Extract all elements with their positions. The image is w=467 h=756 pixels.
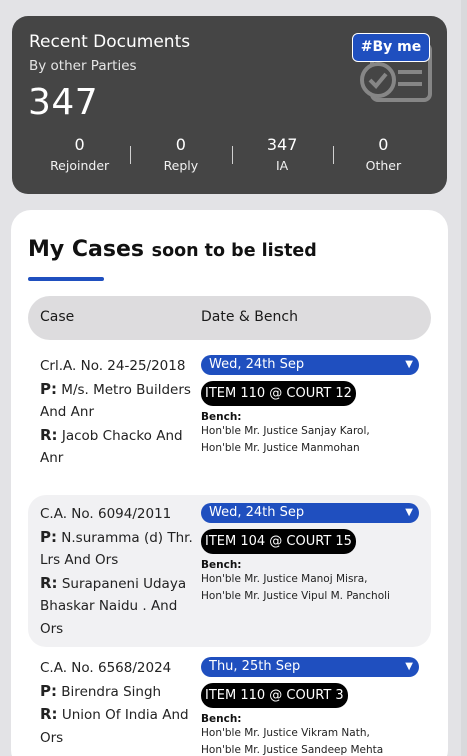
stat-label: Other	[365, 158, 402, 173]
respondent-label: R:	[40, 425, 58, 444]
respondent-label: R:	[40, 573, 58, 592]
petitioner-label: P:	[40, 681, 57, 700]
column-header-date-bench: Date & Bench	[201, 309, 298, 325]
by-me-button[interactable]: #By me	[352, 33, 430, 62]
hearing-date-select[interactable]: Thu, 25th Sep ▼	[201, 657, 419, 677]
bench-judge: Hon'ble Mr. Justice Vikram Nath,	[201, 727, 370, 739]
bench-label: Bench:	[201, 411, 242, 423]
date-bench: Wed, 24th Sep ▼ ITEM 110 @ COURT 12 Benc…	[201, 355, 419, 457]
petitioner-name: Birendra Singh	[61, 683, 162, 700]
my-cases-subtitle: soon to be listed	[151, 241, 317, 261]
stat-value: 347	[266, 135, 298, 154]
chevron-down-icon: ▼	[405, 661, 413, 672]
stat-reply[interactable]: 0 Reply	[130, 136, 231, 176]
case-number: C.A. No. 6568/2024	[40, 660, 172, 676]
case-number: Crl.A. No. 24-25/2018	[40, 358, 186, 374]
bench-judge: Hon'ble Mr. Justice Sandeep Mehta	[201, 744, 384, 756]
respondent-name: Surapaneni Udaya Bhaskar Naidu . And Ors	[40, 575, 187, 637]
my-cases-title: My Cases	[28, 237, 144, 262]
petitioner-label: P:	[40, 527, 57, 546]
hearing-date: Wed, 24th Sep	[209, 505, 305, 520]
date-bench: Wed, 24th Sep ▼ ITEM 104 @ COURT 15 Benc…	[201, 503, 419, 605]
stat-label: IA	[276, 158, 289, 173]
my-cases-card: My Cases soon to be listed Case Date & B…	[11, 210, 448, 756]
case-info: Crl.A. No. 24-25/2018 P: M/s. Metro Buil…	[40, 355, 196, 470]
case-row[interactable]: C.A. No. 6568/2024 P: Birendra Singh R: …	[28, 649, 431, 756]
petitioner-name: M/s. Metro Builders And Anr	[40, 381, 191, 421]
recent-documents-subtitle: By other Parties	[29, 58, 137, 74]
respondent-line: R: Jacob Chacko And Anr	[40, 424, 196, 470]
bench-judge: Hon'ble Mr. Justice Manoj Misra,	[201, 573, 368, 585]
hearing-date: Wed, 24th Sep	[209, 357, 305, 372]
bench-judge: Hon'ble Mr. Justice Sanjay Karol,	[201, 425, 370, 437]
stat-label: Reply	[163, 158, 199, 173]
case-row[interactable]: C.A. No. 6094/2011 P: N.suramma (d) Thr.…	[28, 495, 431, 647]
case-info: C.A. No. 6094/2011 P: N.suramma (d) Thr.…	[40, 503, 196, 640]
stat-value: 0	[378, 135, 389, 154]
scrollbar-track[interactable]	[461, 0, 467, 756]
respondent-name: Jacob Chacko And Anr	[40, 427, 183, 467]
item-court-badge: ITEM 110 @ COURT 12	[201, 381, 356, 406]
case-number: C.A. No. 6094/2011	[40, 506, 172, 522]
bench-label: Bench:	[201, 559, 242, 571]
petitioner-label: P:	[40, 379, 57, 398]
case-row[interactable]: Crl.A. No. 24-25/2018 P: M/s. Metro Buil…	[28, 347, 431, 493]
chevron-down-icon: ▼	[405, 507, 413, 518]
stat-rejoinder[interactable]: 0 Rejoinder	[29, 136, 130, 176]
hearing-date-select[interactable]: Wed, 24th Sep ▼	[201, 503, 419, 523]
respondent-line: R: Union Of India And Ors	[40, 703, 196, 749]
respondent-label: R:	[40, 705, 58, 723]
bench-label: Bench:	[201, 713, 242, 725]
recent-documents-card[interactable]: Recent Documents By other Parties 347 #B…	[12, 16, 447, 194]
respondent-name: Union Of India And Ors	[40, 707, 189, 746]
chevron-down-icon: ▼	[405, 359, 413, 370]
case-info: C.A. No. 6568/2024 P: Birendra Singh R: …	[40, 657, 196, 749]
recent-documents-count: 347	[28, 82, 99, 123]
stat-value: 0	[175, 135, 186, 154]
petitioner-line: P: N.suramma (d) Thr. Lrs And Ors	[40, 526, 196, 572]
recent-documents-title: Recent Documents	[29, 32, 191, 52]
petitioner-line: P: M/s. Metro Builders And Anr	[40, 378, 196, 424]
stat-other[interactable]: 0 Other	[332, 135, 434, 176]
document-stats: 0 Rejoinder 0 Reply 347 IA 0 Other	[29, 136, 434, 176]
bench-judge: Hon'ble Mr. Justice Vipul M. Pancholi	[201, 590, 390, 602]
stat-ia[interactable]: 347 IA	[231, 135, 333, 176]
petitioner-name: N.suramma (d) Thr. Lrs And Ors	[40, 529, 193, 569]
my-cases-heading: My Cases soon to be listed	[28, 237, 317, 262]
hearing-date-select[interactable]: Wed, 24th Sep ▼	[201, 355, 419, 375]
date-bench: Thu, 25th Sep ▼ ITEM 110 @ COURT 3 Bench…	[201, 657, 419, 756]
stat-value: 0	[74, 135, 85, 154]
bench-judge: Hon'ble Mr. Justice Manmohan	[201, 442, 360, 454]
item-court-badge: ITEM 104 @ COURT 15	[201, 529, 356, 554]
item-court-badge: ITEM 110 @ COURT 3	[201, 683, 348, 708]
cases-table-header: Case Date & Bench	[28, 296, 431, 340]
stat-label: Rejoinder	[50, 158, 110, 173]
petitioner-line: P: Birendra Singh	[40, 680, 196, 704]
column-header-case: Case	[40, 309, 75, 325]
hearing-date: Thu, 25th Sep	[209, 659, 301, 674]
title-underline	[28, 277, 104, 281]
respondent-line: R: Surapaneni Udaya Bhaskar Naidu . And …	[40, 572, 196, 641]
